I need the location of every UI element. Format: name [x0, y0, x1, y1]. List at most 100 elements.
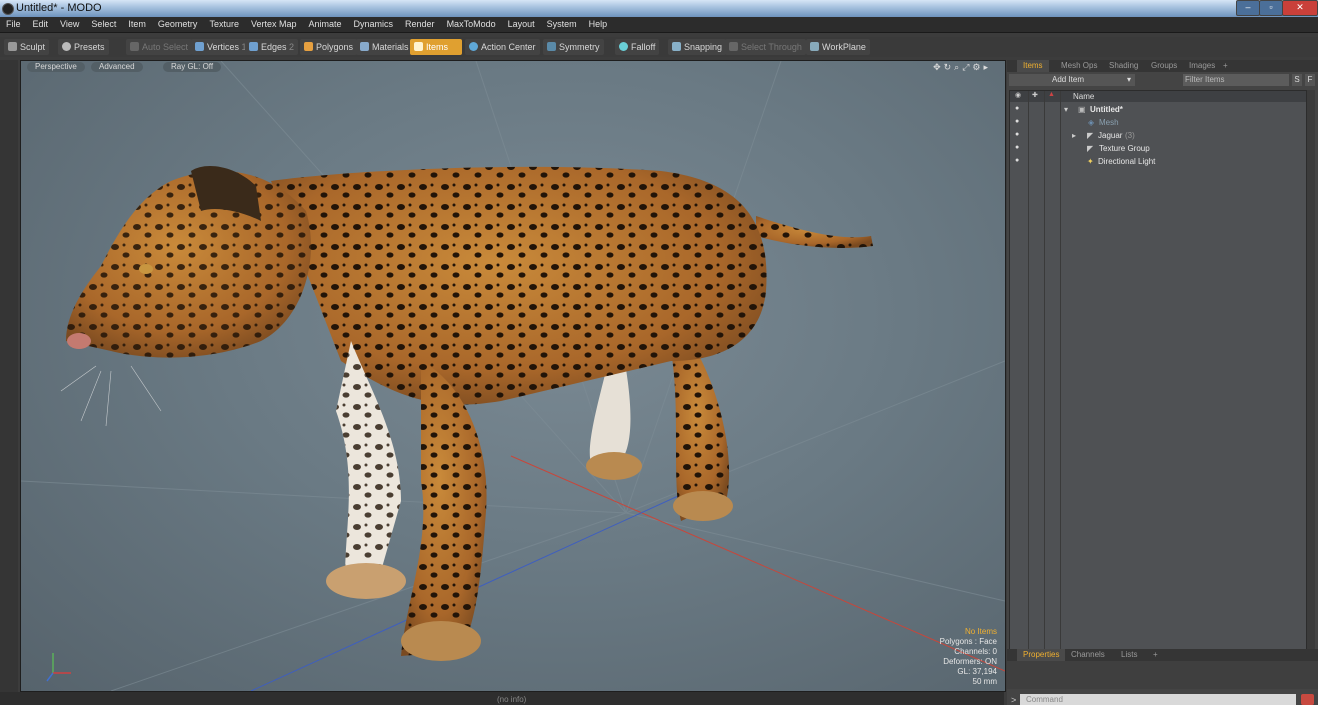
status-bar: (no info) — [0, 692, 1004, 705]
item-list: ◉ ✚ ▲ Name ● ▾ ▣ Untitled* ● ◈ Mesh ● ▸ … — [1009, 90, 1307, 662]
close-button[interactable]: ✕ — [1282, 0, 1318, 16]
vertices-icon — [195, 42, 204, 51]
brush-icon — [8, 42, 17, 51]
tab-lists[interactable]: Lists — [1115, 649, 1143, 661]
menu-system[interactable]: System — [541, 17, 583, 32]
items-tabs: Items Mesh Ops Shading Groups Images + — [1007, 60, 1318, 72]
menu-bar: File Edit View Select Item Geometry Texture Ver… — [0, 17, 1318, 33]
items-icon — [414, 42, 423, 51]
item-list-header: ◉ ✚ ▲ Name — [1010, 91, 1306, 102]
materials-icon — [360, 42, 369, 51]
eye-icon[interactable]: ● — [1015, 105, 1023, 113]
materials-button[interactable]: Materials — [356, 39, 413, 55]
selection-info: No Items — [964, 627, 997, 636]
menu-texture[interactable]: Texture — [203, 17, 245, 32]
polygons-button[interactable]: Polygons — [300, 39, 358, 55]
tab-properties[interactable]: Properties — [1017, 649, 1066, 661]
collapse-arrow-icon[interactable]: ▾ — [1064, 103, 1068, 116]
minimize-button[interactable]: – — [1236, 0, 1260, 16]
channels-info: Channels: 0 — [954, 647, 997, 656]
menu-item[interactable]: Item — [122, 17, 152, 32]
status-info: (no info) — [497, 695, 527, 704]
tree-row-mesh[interactable]: ● ◈ Mesh — [1010, 116, 1306, 129]
properties-body — [1007, 661, 1318, 689]
modo-app-icon — [2, 3, 14, 15]
deformers-info: Deformers: ON — [943, 657, 997, 666]
symmetry-button[interactable]: Symmetry — [543, 39, 604, 55]
eye-icon[interactable]: ● — [1015, 131, 1023, 139]
window-title: Untitled* - MODO — [16, 2, 102, 14]
command-input[interactable]: Command — [1020, 694, 1296, 705]
tab-images[interactable]: Images — [1183, 60, 1221, 72]
tab-groups[interactable]: Groups — [1145, 60, 1183, 72]
menu-file[interactable]: File — [0, 17, 27, 32]
select-through-button[interactable]: Select Through — [725, 39, 806, 55]
texture-group-icon: ◤ — [1087, 144, 1094, 153]
jaguar-model[interactable] — [60, 166, 873, 661]
tree-row-jaguar[interactable]: ● ▸ ◤ Jaguar (3) — [1010, 129, 1306, 142]
x-axis-line — [510, 455, 1005, 672]
name-column-header[interactable]: Name — [1073, 92, 1094, 101]
menu-view[interactable]: View — [54, 17, 85, 32]
menu-geometry[interactable]: Geometry — [152, 17, 204, 32]
edges-button[interactable]: Edges 2 — [245, 39, 299, 55]
falloff-button[interactable]: Falloff — [615, 39, 660, 55]
tab-add-properties[interactable]: + — [1147, 649, 1164, 661]
f-button[interactable]: F — [1305, 74, 1315, 86]
action-center-icon — [469, 42, 478, 51]
tab-shading[interactable]: Shading — [1103, 60, 1144, 72]
eye-icon[interactable]: ● — [1015, 118, 1023, 126]
tab-mesh-ops[interactable]: Mesh Ops — [1055, 60, 1103, 72]
menu-edit[interactable]: Edit — [27, 17, 55, 32]
tree-row-untitled[interactable]: ● ▾ ▣ Untitled* — [1010, 103, 1306, 116]
presets-icon — [62, 42, 71, 51]
tab-items[interactable]: Items — [1017, 60, 1049, 72]
group-icon: ◤ — [1087, 131, 1094, 140]
main-toolbar: Sculpt Presets Auto Select Vertices 1 Ed… — [0, 37, 1318, 57]
edges-icon — [249, 42, 258, 51]
falloff-icon — [619, 42, 628, 51]
tree-row-texture-group[interactable]: ● ◤ Texture Group — [1010, 142, 1306, 155]
polygons-icon — [304, 42, 313, 51]
vertices-button[interactable]: Vertices 1 — [191, 39, 251, 55]
focal-length-info: 50 mm — [972, 677, 997, 686]
menu-animate[interactable]: Animate — [302, 17, 347, 32]
eye-icon[interactable]: ● — [1015, 157, 1023, 165]
add-item-dropdown[interactable]: Add Item ▾ — [1009, 74, 1135, 86]
record-button[interactable] — [1301, 694, 1314, 705]
chevron-down-icon: ▾ — [1126, 75, 1131, 84]
scene-icon: ▣ — [1078, 105, 1086, 114]
viewport-scene — [21, 61, 1005, 691]
menu-dynamics[interactable]: Dynamics — [348, 17, 400, 32]
item-list-scrollbar[interactable] — [1307, 90, 1315, 660]
menu-select[interactable]: Select — [85, 17, 122, 32]
workplane-icon — [810, 42, 819, 51]
tree-row-directional-light[interactable]: ● ✦ Directional Light — [1010, 155, 1306, 168]
sculpt-button[interactable]: Sculpt — [4, 39, 50, 55]
visibility-column-icon: ◉ — [1015, 92, 1022, 99]
3d-viewport[interactable]: Perspective Advanced Ray GL: Off ✥↻⌕⤢⚙▸ — [20, 60, 1006, 692]
workplane-button[interactable]: WorkPlane — [806, 39, 870, 55]
window-titlebar: Untitled* - MODO – ▫ ✕ — [0, 0, 1318, 17]
tab-channels[interactable]: Channels — [1065, 649, 1111, 661]
presets-button[interactable]: Presets — [58, 39, 109, 55]
expand-arrow-icon[interactable]: ▸ — [1072, 129, 1076, 142]
polygons-info: Polygons : Face — [939, 637, 997, 646]
menu-layout[interactable]: Layout — [502, 17, 541, 32]
auto-select-button[interactable]: Auto Select — [126, 39, 193, 55]
menu-render[interactable]: Render — [399, 17, 441, 32]
action-center-button[interactable]: Action Center — [465, 39, 540, 55]
menu-help[interactable]: Help — [583, 17, 614, 32]
items-button[interactable]: Items — [410, 39, 462, 55]
menu-maxtomodo[interactable]: MaxToModo — [441, 17, 502, 32]
snapping-button[interactable]: Snapping — [668, 39, 727, 55]
command-prompt: > — [1011, 695, 1017, 705]
menu-vertex-map[interactable]: Vertex Map — [245, 17, 303, 32]
lock-column-icon: ✚ — [1032, 92, 1038, 99]
snapping-icon — [672, 42, 681, 51]
eye-icon[interactable]: ● — [1015, 144, 1023, 152]
s-button[interactable]: S — [1292, 74, 1302, 86]
filter-items-input[interactable]: Filter Items — [1183, 74, 1289, 86]
tab-add[interactable]: + — [1217, 60, 1234, 72]
maximize-button[interactable]: ▫ — [1259, 0, 1283, 16]
